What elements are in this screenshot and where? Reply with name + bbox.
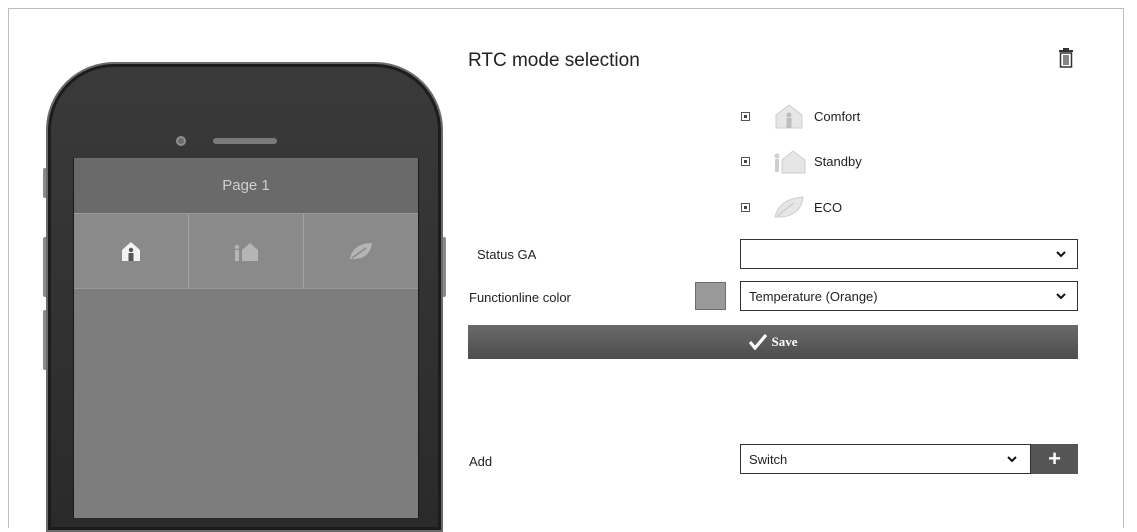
- phone-speaker: [213, 138, 277, 144]
- mode-eco-checkbox[interactable]: [741, 202, 750, 212]
- mode-comfort-label: Comfort: [814, 108, 861, 124]
- chevron-down-icon: [1007, 456, 1017, 463]
- phone-tile-eco[interactable]: [304, 214, 418, 288]
- mode-standby[interactable]: Standby: [741, 148, 862, 174]
- comfort-house-icon: [122, 242, 140, 261]
- chevron-down-icon: [1056, 251, 1066, 258]
- chevron-down-icon: [1056, 293, 1066, 300]
- functionline-color-swatch[interactable]: [695, 282, 726, 310]
- phone-tile-comfort[interactable]: [74, 214, 189, 288]
- add-type-value: Switch: [749, 451, 788, 467]
- phone-page-title: Page 1: [74, 158, 418, 213]
- mode-comfort[interactable]: Comfort: [741, 103, 860, 129]
- add-button[interactable]: +: [1031, 444, 1078, 474]
- phone-tile-row: [74, 213, 418, 289]
- page-title: RTC mode selection: [468, 50, 640, 71]
- add-type-select[interactable]: Switch: [740, 444, 1031, 474]
- standby-house-icon: [774, 150, 806, 174]
- mode-standby-checkbox[interactable]: [741, 156, 750, 166]
- save-button-label: Save: [771, 334, 798, 349]
- checkmark-icon: [748, 334, 767, 350]
- trash-icon[interactable]: [1058, 48, 1074, 68]
- standby-house-icon: [234, 243, 258, 261]
- eco-leaf-icon: [774, 196, 804, 218]
- mode-eco-label: ECO: [814, 199, 843, 215]
- phone-tile-standby[interactable]: [189, 214, 304, 288]
- comfort-house-icon: [775, 104, 803, 129]
- eco-leaf-icon: [350, 243, 372, 259]
- add-label: Add: [469, 454, 493, 469]
- save-button[interactable]: Save: [468, 325, 1078, 359]
- mode-eco[interactable]: ECO: [741, 194, 842, 220]
- functionline-color-label: Functionline color: [469, 290, 571, 305]
- mode-comfort-checkbox[interactable]: [741, 111, 750, 121]
- phone-screen: Page 1: [73, 158, 419, 518]
- functionline-color-select[interactable]: Temperature (Orange): [740, 281, 1078, 311]
- status-ga-select[interactable]: [740, 239, 1078, 269]
- mode-standby-label: Standby: [814, 153, 862, 169]
- functionline-color-value: Temperature (Orange): [749, 288, 878, 304]
- status-ga-label: Status GA: [477, 247, 537, 262]
- phone-camera-icon: [176, 136, 186, 146]
